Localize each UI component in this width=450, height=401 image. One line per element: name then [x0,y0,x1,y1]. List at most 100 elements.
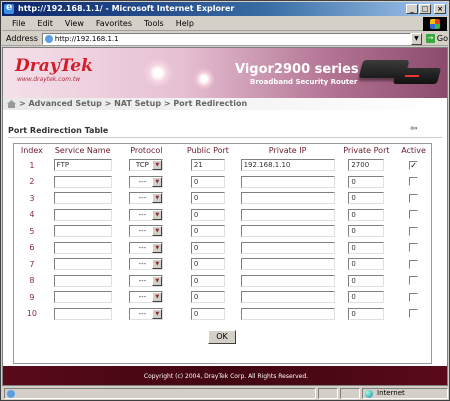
cell: 0 [177,223,239,240]
breadcrumb: > Advanced Setup > NAT Setup > Port Redi… [3,98,447,110]
private-port-input[interactable]: 0 [348,192,385,205]
cell [50,240,116,257]
row-index: 6 [29,243,35,253]
status-pane [318,388,338,399]
service-name-input[interactable]: FTP [53,159,112,172]
private-ip-input[interactable] [240,307,335,320]
public-port-input[interactable]: 0 [190,192,225,205]
ok-button[interactable]: OK [208,330,236,344]
public-port-input[interactable]: 0 [190,241,225,254]
private-ip-input[interactable] [240,208,335,221]
cell [50,223,116,240]
footer: Copyright (c) 2004, DrayTek Corp. All Ri… [3,366,447,385]
service-name-input[interactable] [53,274,112,287]
private-ip-input[interactable] [240,241,335,254]
private-ip-input[interactable] [240,175,335,188]
cell [239,289,337,306]
maximize-button[interactable]: □ [419,4,431,14]
private-port-input[interactable]: 0 [348,307,385,320]
service-name-input[interactable] [53,307,112,320]
menu-tools[interactable]: Tools [138,19,170,28]
private-port-input[interactable]: 0 [348,291,385,304]
service-name-input[interactable] [53,241,112,254]
close-button[interactable]: × [434,4,446,14]
menu-file[interactable]: File [6,19,31,28]
cell [396,174,431,191]
protocol-select[interactable]: --- ▼ [129,258,164,271]
active-checkbox[interactable] [409,226,419,236]
back-arrow-icon[interactable]: ⇦ [410,124,418,134]
active-checkbox[interactable] [409,259,419,269]
private-port-input[interactable]: 2700 [348,159,385,172]
private-ip-input[interactable] [240,291,335,304]
cell: --- ▼ [116,240,178,257]
menu-edit[interactable]: Edit [31,19,59,28]
status-pane [340,388,360,399]
protocol-value: --- [138,309,147,318]
menu-help[interactable]: Help [170,19,200,28]
active-checkbox[interactable] [409,210,419,220]
menu-view[interactable]: View [59,19,90,28]
protocol-select[interactable]: --- ▼ [129,241,164,254]
protocol-select[interactable]: TCP ▼ [129,159,164,172]
private-ip-input[interactable] [240,274,335,287]
chevron-down-icon: ▼ [152,275,163,286]
private-port-input[interactable]: 0 [348,225,385,238]
protocol-select[interactable]: --- ▼ [129,175,164,188]
private-port-input[interactable]: 0 [348,175,385,188]
public-port-input[interactable]: 0 [190,175,225,188]
address-input[interactable]: http://192.168.1.1 [41,32,411,45]
draytek-logo: DrayTek [15,56,93,76]
active-checkbox[interactable]: ✓ [409,160,419,170]
service-name-input[interactable] [53,225,112,238]
active-checkbox[interactable] [409,193,419,203]
address-dropdown-button[interactable]: ▼ [410,32,422,45]
public-port-input[interactable]: 0 [190,307,225,320]
protocol-select[interactable]: --- ▼ [129,274,164,287]
divider [8,137,442,138]
private-port-input[interactable]: 0 [348,258,385,271]
protocol-select[interactable]: --- ▼ [129,307,164,320]
private-ip-input[interactable] [240,192,335,205]
public-port-input[interactable]: 0 [190,208,225,221]
active-checkbox[interactable] [409,276,419,286]
protocol-select[interactable]: --- ▼ [129,208,164,221]
private-ip-input[interactable]: 192.168.1.10 [240,159,335,172]
go-button[interactable]: → Go [425,34,448,43]
service-name-input[interactable] [53,208,112,221]
public-port-input[interactable]: 0 [190,258,225,271]
service-name-input[interactable] [53,291,112,304]
public-port-input[interactable]: 0 [190,225,225,238]
public-port-input[interactable]: 0 [190,274,225,287]
page-content: DrayTek www.draytek.com.tw Vigor2900 ser… [2,47,448,386]
table-row: 2 --- ▼ 0 0 [14,174,431,191]
breadcrumb-text: > Advanced Setup > NAT Setup > Port Redi… [19,99,248,108]
private-port-input[interactable]: 0 [348,274,385,287]
private-ip-input[interactable] [240,225,335,238]
public-port-input[interactable]: 0 [190,291,225,304]
active-checkbox[interactable] [409,292,419,302]
private-port-input[interactable]: 0 [348,208,385,221]
chevron-down-icon: ▼ [152,209,163,220]
public-port-input[interactable]: 21 [190,159,225,172]
service-name-input[interactable] [53,192,112,205]
protocol-select[interactable]: --- ▼ [129,192,164,205]
table-row: 10 --- ▼ 0 0 [14,306,431,323]
ie-icon [4,1,14,15]
service-name-input[interactable] [53,258,112,271]
active-checkbox[interactable] [409,243,419,253]
menu-favorites[interactable]: Favorites [90,19,138,28]
cell: 0 [177,240,239,257]
minimize-button[interactable]: _ [406,4,418,14]
active-checkbox[interactable] [409,309,419,319]
private-port-input[interactable]: 0 [348,241,385,254]
redirect-table: Index Service Name Protocol Public Port Priv… [14,144,431,322]
active-checkbox[interactable] [409,177,419,187]
service-name-input[interactable] [53,175,112,188]
private-ip-input[interactable] [240,258,335,271]
status-main [4,388,316,399]
protocol-value: --- [138,210,147,219]
protocol-select[interactable]: --- ▼ [129,225,164,238]
protocol-select[interactable]: --- ▼ [129,291,164,304]
banner: DrayTek www.draytek.com.tw Vigor2900 ser… [3,48,447,98]
